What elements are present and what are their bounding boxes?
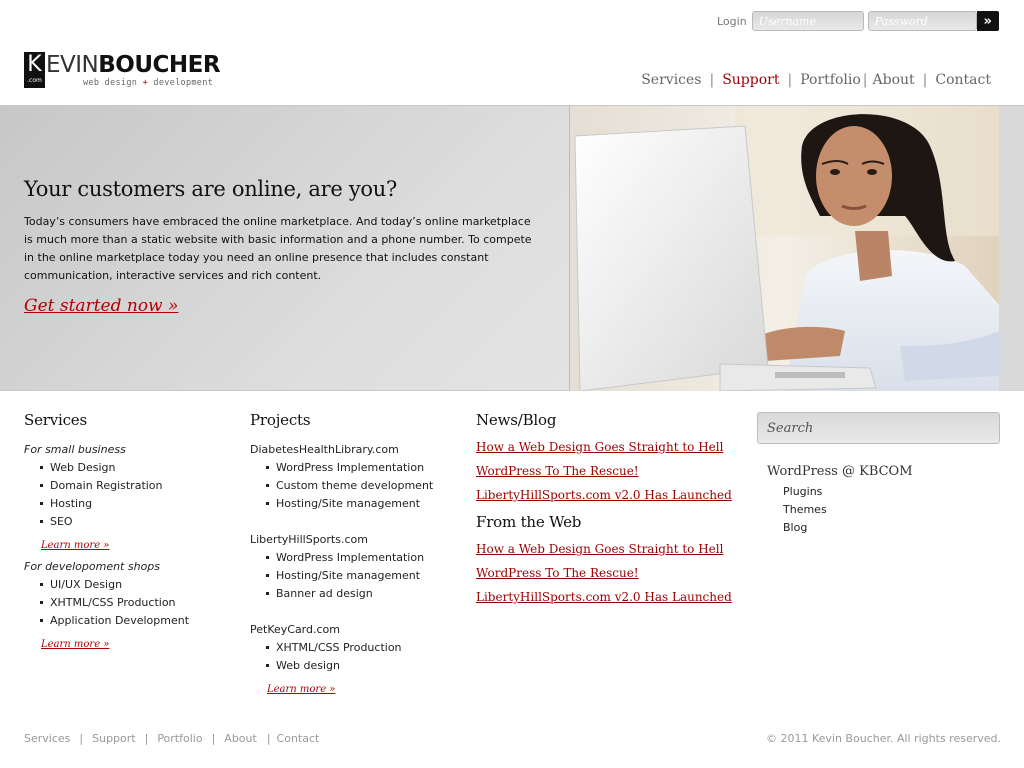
nav-portfolio[interactable]: Portfolio <box>800 72 861 88</box>
footer-link-contact[interactable]: Contact <box>277 732 320 745</box>
search-input[interactable] <box>757 412 1000 444</box>
logo-evin: EVIN <box>46 52 99 78</box>
nav-separator: | <box>922 72 928 88</box>
services-group-label: For small business <box>24 443 126 456</box>
list-item: Domain Registration <box>40 477 234 495</box>
footer-separator: | <box>144 732 149 745</box>
projects-column: Projects DiabetesHealthLibrary.com WordP… <box>250 411 460 696</box>
project-site: LibertyHillSports.com <box>250 533 368 546</box>
logo-boucher: BOUCHER <box>98 52 221 78</box>
hero-right-edge <box>999 106 1024 391</box>
login-submit-button[interactable]: » <box>976 11 999 31</box>
services-list: Web Design Domain Registration Hosting S… <box>40 459 234 531</box>
project-list: WordPress Implementation Custom theme de… <box>266 459 460 513</box>
services-group-label: For developoment shops <box>24 560 161 573</box>
list-item: Web design <box>266 657 460 675</box>
hero-title: Your customers are online, are you? <box>24 177 397 201</box>
services-learn-more-link[interactable]: Learn more » <box>41 540 109 551</box>
services-column: Services For small business Web Design D… <box>24 411 234 651</box>
logo-com: .com <box>27 77 42 84</box>
nav-about[interactable]: About <box>873 72 915 88</box>
project-site: PetKeyCard.com <box>250 623 340 636</box>
login-label: Login <box>717 14 747 28</box>
main-nav: Services | Support | Portfolio | About |… <box>641 72 991 88</box>
logo-tag-right: development <box>148 78 214 88</box>
username-input[interactable] <box>751 11 864 31</box>
nav-separator: | <box>862 72 868 88</box>
nav-separator: | <box>787 72 793 88</box>
footer-separator: | <box>79 732 84 745</box>
footer-link-services[interactable]: Services <box>24 732 70 745</box>
hero-photo <box>569 106 999 391</box>
logo-wordmark: EVINBOUCHER <box>46 51 221 79</box>
list-item: Hosting <box>40 495 234 513</box>
double-arrow-icon: » <box>983 13 992 29</box>
copyright-text: © 2011 Kevin Boucher. All rights reserve… <box>765 732 1001 745</box>
wordpress-list: Plugins Themes Blog <box>783 483 827 537</box>
wordpress-section-title: WordPress @ KBCOM <box>767 464 913 479</box>
list-item: SEO <box>40 513 234 531</box>
list-item: XHTML/CSS Production <box>266 639 460 657</box>
projects-learn-more-link[interactable]: Learn more » <box>267 684 335 695</box>
footer-nav: Services | Support | Portfolio | About |… <box>24 732 319 745</box>
nav-services[interactable]: Services <box>641 72 701 88</box>
wordpress-item-plugins[interactable]: Plugins <box>783 483 827 501</box>
footer-separator: | <box>211 732 216 745</box>
site-logo[interactable]: K .com EVINBOUCHER web design + developm… <box>24 52 229 90</box>
news-link[interactable]: LibertyHillSports.com v2.0 Has Launched <box>476 483 746 507</box>
logo-tagline: web design + development <box>83 78 213 88</box>
project-list: XHTML/CSS Production Web design <box>266 639 460 675</box>
footer-link-about[interactable]: About <box>224 732 257 745</box>
list-item: Banner ad design <box>266 585 460 603</box>
list-item: XHTML/CSS Production <box>40 594 234 612</box>
hero-banner: Your customers are online, are you? Toda… <box>0 105 1024 391</box>
project-site: DiabetesHealthLibrary.com <box>250 443 399 456</box>
services-learn-more-link[interactable]: Learn more » <box>41 639 109 650</box>
list-item: Custom theme development <box>266 477 460 495</box>
list-item: WordPress Implementation <box>266 459 460 477</box>
news-link[interactable]: WordPress To The Rescue! <box>476 459 746 483</box>
news-link[interactable]: How a Web Design Goes Straight to Hell <box>476 435 746 459</box>
nav-support[interactable]: Support <box>722 72 779 88</box>
list-item: Hosting/Site management <box>266 567 460 585</box>
password-input[interactable] <box>867 11 977 31</box>
login-bar: Login » <box>717 11 999 31</box>
list-item: UI/UX Design <box>40 576 234 594</box>
footer-link-support[interactable]: Support <box>92 732 135 745</box>
web-link[interactable]: WordPress To The Rescue! <box>476 561 746 585</box>
woman-laptop-illustration <box>570 106 999 391</box>
projects-heading: Projects <box>250 411 311 429</box>
logo-k-letter: K <box>27 52 42 77</box>
list-item: Application Development <box>40 612 234 630</box>
wordpress-item-blog[interactable]: Blog <box>783 519 827 537</box>
news-column: News/Blog How a Web Design Goes Straight… <box>476 411 746 609</box>
get-started-link[interactable]: Get started now » <box>24 296 178 316</box>
from-the-web-heading: From the Web <box>476 513 582 531</box>
logo-tag-left: web design <box>83 78 143 88</box>
list-item: WordPress Implementation <box>266 549 460 567</box>
services-list: UI/UX Design XHTML/CSS Production Applic… <box>40 576 234 630</box>
footer-separator: | <box>266 732 271 745</box>
project-list: WordPress Implementation Hosting/Site ma… <box>266 549 460 603</box>
web-link[interactable]: How a Web Design Goes Straight to Hell <box>476 537 746 561</box>
list-item: Web Design <box>40 459 234 477</box>
wordpress-item-themes[interactable]: Themes <box>783 501 827 519</box>
nav-separator: | <box>709 72 715 88</box>
footer-link-portfolio[interactable]: Portfolio <box>157 732 202 745</box>
services-heading: Services <box>24 411 87 429</box>
web-link[interactable]: LibertyHillSports.com v2.0 Has Launched <box>476 585 746 609</box>
nav-contact[interactable]: Contact <box>935 72 991 88</box>
list-item: Hosting/Site management <box>266 495 460 513</box>
news-heading: News/Blog <box>476 411 557 429</box>
hero-body: Today’s consumers have embraced the onli… <box>24 215 532 282</box>
